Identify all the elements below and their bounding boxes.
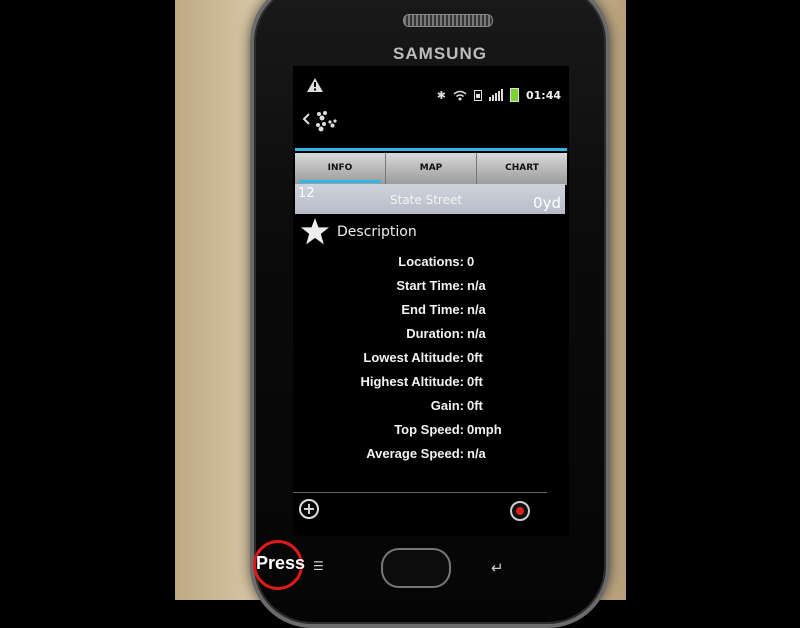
paw-prints-icon (302, 111, 337, 132)
stat-lowest-altitude: Lowest Altitude: 0ft (293, 350, 569, 374)
sim-icon (473, 89, 482, 101)
stat-value: n/a (467, 278, 486, 293)
header-divider (295, 148, 567, 151)
track-street: State Street (390, 193, 463, 207)
stat-value: 0ft (467, 374, 483, 389)
stat-label: Start Time: (396, 278, 464, 293)
stat-label: Lowest Altitude: (363, 350, 464, 365)
stat-value: n/a (467, 302, 486, 317)
stat-end-time: End Time: n/a (293, 302, 569, 326)
stats-list: Locations: 0 Start Time: n/a End Time: n… (293, 254, 569, 470)
stat-value: n/a (467, 326, 486, 341)
status-time: 01:44 (525, 88, 561, 102)
device-brand: SAMSUNG (393, 44, 487, 63)
stat-start-time: Start Time: n/a (293, 278, 569, 302)
tab-bar: INFO MAP CHART (295, 153, 567, 185)
earpiece-speaker (403, 14, 493, 27)
stat-highest-altitude: Highest Altitude: 0ft (293, 374, 569, 398)
status-icons: ✱ 01:44 (437, 88, 561, 102)
stat-label: Duration: (406, 326, 464, 341)
stat-label: End Time: (401, 302, 464, 317)
description-label: Description (337, 223, 417, 240)
track-number: 12 (298, 186, 315, 201)
tab-map[interactable]: MAP (386, 153, 477, 185)
stat-value: 0ft (467, 350, 483, 365)
stat-duration: Duration: n/a (293, 326, 569, 350)
stat-value: n/a (467, 446, 486, 461)
signal-strength-icon (488, 89, 503, 101)
record-icon[interactable] (510, 501, 530, 521)
stat-label: Highest Altitude: (360, 374, 464, 389)
stat-average-speed: Average Speed: n/a (293, 446, 569, 470)
stat-locations: Locations: 0 (293, 254, 569, 278)
stat-value: 0mph (467, 422, 502, 437)
home-button[interactable] (381, 548, 451, 588)
star-icon (301, 218, 329, 245)
add-icon[interactable]: + (299, 499, 319, 519)
battery-icon (509, 88, 519, 102)
press-indicator: Press (253, 540, 305, 590)
menu-key-icon[interactable]: ☰ (313, 559, 335, 573)
bluetooth-icon: ✱ (436, 88, 446, 102)
stat-label: Average Speed: (366, 446, 464, 461)
tab-info[interactable]: INFO (295, 153, 386, 185)
tab-chart[interactable]: CHART (477, 153, 567, 185)
status-bar: ✱ 01:44 (293, 66, 569, 106)
wifi-icon (453, 90, 467, 100)
description-row[interactable]: Description (301, 218, 417, 245)
stat-top-speed: Top Speed: 0mph (293, 422, 569, 446)
phone-screen: ✱ 01:44 INFO MAP CHART 12 State Street 0… (293, 66, 569, 536)
app-back-button[interactable] (299, 106, 359, 132)
stat-gain: Gain: 0ft (293, 398, 569, 422)
stat-label: Locations: (398, 254, 464, 269)
bottom-toolbar-divider (293, 492, 547, 493)
track-summary-row[interactable]: 12 State Street 0yd (295, 184, 565, 214)
back-key-icon[interactable]: ↵ (491, 559, 513, 577)
warning-icon (307, 78, 323, 92)
stat-value: 0 (467, 254, 475, 269)
track-distance: 0yd (533, 194, 561, 212)
stat-label: Gain: (430, 398, 464, 413)
stat-label: Top Speed: (394, 422, 464, 437)
stat-value: 0ft (467, 398, 483, 413)
